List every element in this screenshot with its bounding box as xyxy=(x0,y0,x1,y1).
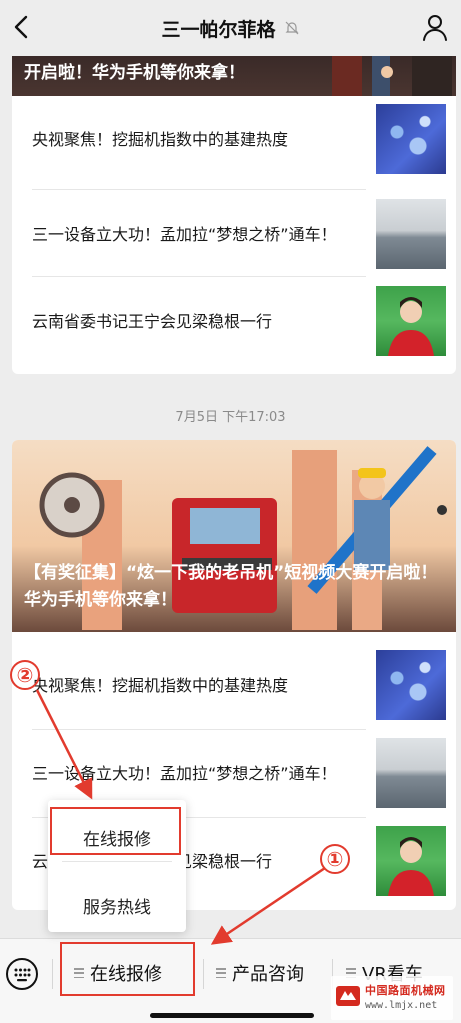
list-item[interactable]: 央视聚焦！挖掘机指数中的基建热度 xyxy=(12,96,456,183)
list-item-title: 云南省委书记王宁会见梁稳根一行 xyxy=(32,311,273,331)
highlight-box xyxy=(60,942,195,996)
mute-bell-icon xyxy=(285,21,298,35)
list-item-title: 央视聚焦！挖掘机指数中的基建热度 xyxy=(32,675,289,695)
watermark-url: www.lmjx.net xyxy=(365,1000,438,1011)
list-item[interactable]: 云南省委书记王宁会见梁稳根一行 xyxy=(12,278,456,365)
divider xyxy=(32,276,366,277)
article-card-1[interactable]: 开启啦！华为手机等你来拿！ 央视聚焦！挖掘机指数中的基建热度 三一设备立大功！孟… xyxy=(12,56,456,374)
submenu-item-service-hotline[interactable]: 服务热线 xyxy=(48,880,186,930)
card2-banner-caption: 【有奖征集】“炫一下我的老吊机”短视频大赛开启啦！华为手机等你来拿！ xyxy=(24,563,438,610)
chat-header: 三一帕尔菲格 xyxy=(0,0,461,56)
message-timestamp: 7月5日 下午17:03 xyxy=(175,410,286,425)
back-arrow-icon[interactable] xyxy=(10,14,34,40)
thumbnail-image xyxy=(376,826,446,896)
news-anchor-icon xyxy=(388,837,434,896)
divider xyxy=(52,959,53,989)
annotation-marker-2: ② xyxy=(10,660,40,690)
card1-banner-caption: 开启啦！华为手机等你来拿！ xyxy=(24,63,245,83)
thumbnail-image xyxy=(376,650,446,720)
keyboard-icon[interactable] xyxy=(5,957,39,991)
thumbnail-image xyxy=(376,286,446,356)
list-item-title: 三一设备立大功！孟加拉“梦想之桥”通车！ xyxy=(32,224,337,244)
watermark-logo-icon xyxy=(336,986,360,1006)
list-item-title: 央视聚焦！挖掘机指数中的基建热度 xyxy=(32,129,289,149)
menu-lines-icon xyxy=(216,968,226,978)
title-group: 三一帕尔菲格 xyxy=(161,15,299,42)
watermark-name: 中国路面机械网 xyxy=(365,984,446,997)
divider xyxy=(62,861,172,862)
menu-label: 产品咨询 xyxy=(232,964,304,985)
page-title: 三一帕尔菲格 xyxy=(161,18,276,41)
profile-icon[interactable] xyxy=(421,12,449,42)
thumbnail-image xyxy=(376,199,446,269)
thumbnail-image xyxy=(376,738,446,808)
list-item[interactable]: 央视聚焦！挖掘机指数中的基建热度 xyxy=(12,642,456,729)
menu-product-consult[interactable]: 产品咨询 xyxy=(216,955,304,991)
list-item[interactable]: 三一设备立大功！孟加拉“梦想之桥”通车！ xyxy=(12,191,456,278)
thumbnail-image xyxy=(376,104,446,174)
annotation-marker-1: ① xyxy=(320,844,350,874)
site-watermark: 中国路面机械网 www.lmjx.net xyxy=(331,976,453,1020)
home-indicator xyxy=(150,1013,314,1018)
news-anchor-icon xyxy=(388,297,434,356)
divider xyxy=(203,959,204,989)
list-item-title: 三一设备立大功！孟加拉“梦想之桥”通车！ xyxy=(32,763,337,783)
card1-banner[interactable]: 开启啦！华为手机等你来拿！ xyxy=(12,56,456,96)
divider xyxy=(32,189,366,190)
card2-banner[interactable]: 【有奖征集】“炫一下我的老吊机”短视频大赛开启啦！华为手机等你来拿！ xyxy=(12,440,456,632)
highlight-box xyxy=(50,807,181,855)
